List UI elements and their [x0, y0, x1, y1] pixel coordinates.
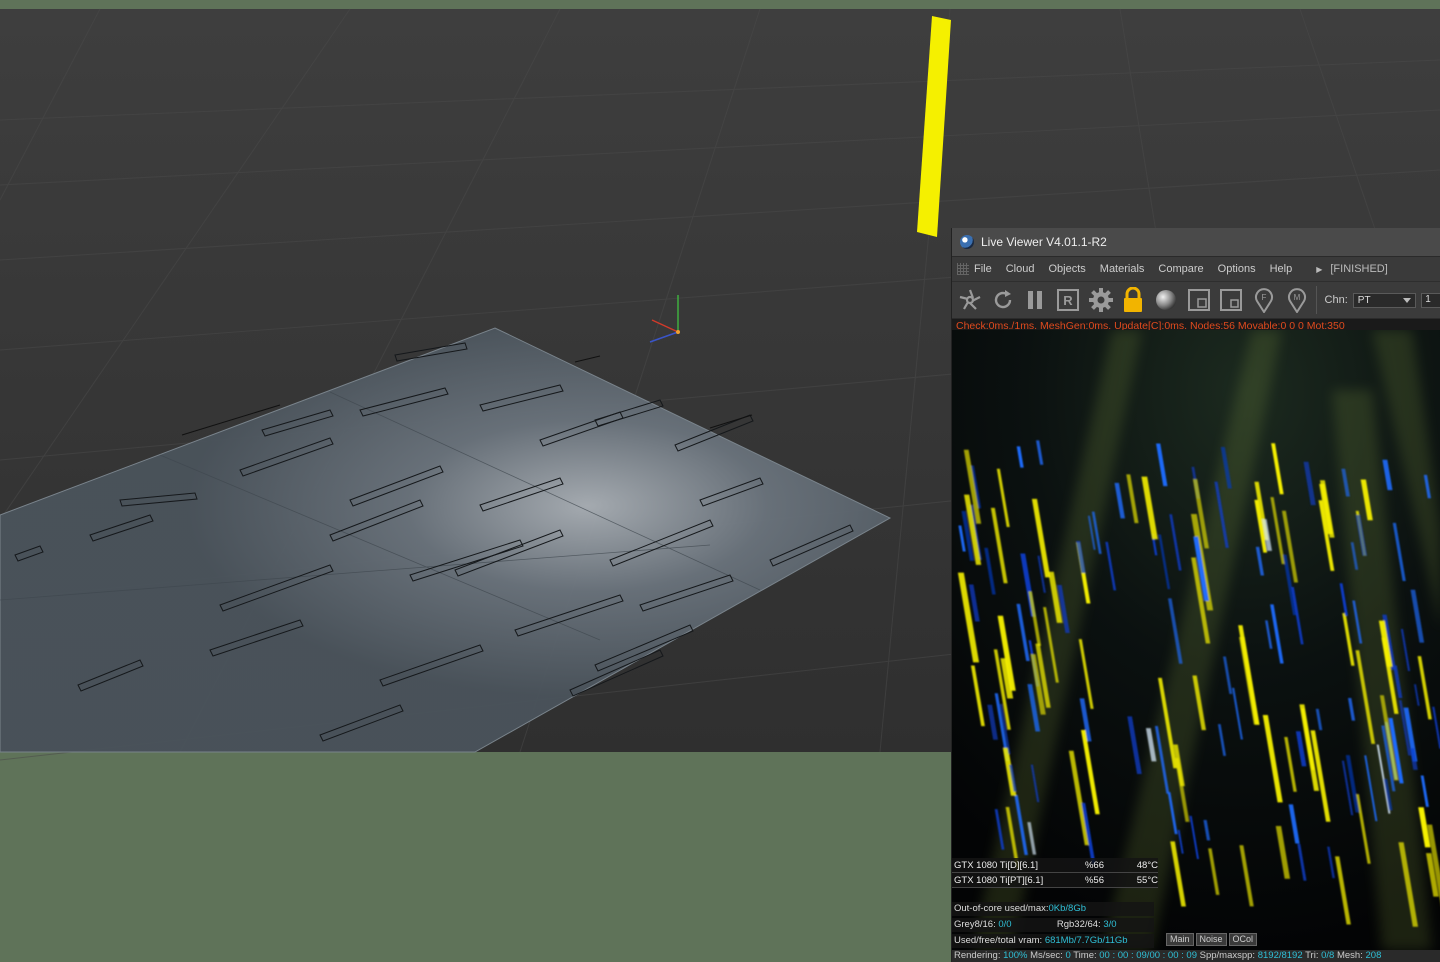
time-value: 00 : 00 : 09/00 : 00 : 09 — [1099, 950, 1197, 961]
gpu-status-table: GTX 1080 Ti[D][6.1] %66 48°C GTX 1080 Ti… — [952, 858, 1158, 888]
grey-value: 0/0 — [998, 919, 1012, 930]
channel-select-value: PT — [1357, 294, 1371, 306]
menu-cloud[interactable]: Cloud — [1006, 263, 1035, 275]
menu-materials[interactable]: Materials — [1100, 263, 1145, 275]
pause-icon — [1028, 291, 1043, 309]
rgb-label: Rgb32/64: — [1056, 919, 1101, 930]
texture-count-line: Grey8/16: 0/0 Rgb32/64: 3/0 — [952, 918, 1154, 932]
render-state-label: [FINISHED] — [1330, 263, 1388, 275]
settings-button[interactable] — [1087, 286, 1115, 314]
ms-value: 0 — [1065, 950, 1071, 961]
vram-label: Used/free/total vram: — [954, 935, 1043, 946]
tri-label: Tri: — [1305, 950, 1319, 961]
material-pick-icon: M — [1287, 288, 1306, 313]
out-of-core-value: 0Kb/8Gb — [1048, 903, 1087, 914]
mesh-label: Mesh: — [1336, 950, 1363, 961]
channel-select[interactable]: PT — [1352, 292, 1417, 308]
region-render-button[interactable]: R — [1054, 286, 1082, 314]
region-render-icon: R — [1056, 289, 1079, 311]
toolbar-divider — [1315, 286, 1317, 314]
rendering-label: Rendering: — [954, 950, 1001, 961]
vram-line: Used/free/total vram: 681Mb/7.7Gb/11Gb — [952, 934, 1154, 948]
tri-value: 0/8 — [1321, 950, 1335, 961]
clay-mode-button[interactable] — [1185, 286, 1213, 314]
live-viewer-window[interactable]: Live Viewer V4.01.1-R2 File Cloud Object… — [951, 228, 1440, 962]
live-viewer-toolbar: R F M Chn: PT 1 — [952, 282, 1440, 319]
live-viewer-titlebar[interactable]: Live Viewer V4.01.1-R2 — [952, 228, 1440, 257]
focus-pick-button[interactable]: F — [1250, 286, 1278, 314]
material-pick-letter: M — [1293, 293, 1300, 302]
grey-label: Grey8/16: — [954, 919, 996, 930]
render-view[interactable]: GTX 1080 Ti[D][6.1] %66 48°C GTX 1080 Ti… — [952, 330, 1440, 950]
tab-main[interactable]: Main — [1166, 933, 1194, 946]
gpu-temp: 48°C — [1136, 859, 1158, 871]
menu-help[interactable]: Help — [1270, 263, 1293, 275]
gpu-temp: 55°C — [1136, 874, 1158, 886]
vram-value: 681Mb/7.7Gb/11Gb — [1044, 935, 1128, 946]
live-viewer-menubar: File Cloud Objects Materials Compare Opt… — [952, 257, 1440, 282]
gpu-row: GTX 1080 Ti[PT][6.1] %56 55°C — [952, 873, 1158, 888]
gpu-name: GTX 1080 Ti[PT][6.1] — [954, 874, 1044, 886]
menu-grip-icon[interactable] — [957, 263, 969, 275]
out-of-core-label: Out-of-core used/max: — [954, 903, 1049, 914]
rendering-value: 100% — [1003, 950, 1028, 961]
send-scene-button[interactable] — [956, 286, 984, 314]
spp-label: Spp/maxspp: — [1199, 950, 1256, 961]
outside-area-top — [0, 0, 1440, 9]
chevron-down-icon — [1403, 297, 1412, 303]
restart-icon — [994, 290, 1011, 309]
tab-noise[interactable]: Noise — [1195, 933, 1227, 946]
channel-index-field[interactable]: 1 — [1421, 292, 1440, 308]
lock-icon — [1124, 287, 1143, 312]
view-tabs: Main Noise OCol — [1166, 933, 1259, 946]
time-label: Time: — [1073, 950, 1097, 961]
outside-area-bottom — [0, 752, 951, 962]
mesh-value: 208 — [1365, 950, 1382, 961]
render-image — [952, 330, 1440, 950]
menu-compare[interactable]: Compare — [1158, 263, 1203, 275]
spp-value: 8192/8192 — [1257, 950, 1303, 961]
live-viewer-title: Live Viewer V4.01.1-R2 — [981, 235, 1107, 249]
gpu-load: %56 — [1084, 874, 1104, 886]
restart-render-button[interactable] — [989, 286, 1017, 314]
clay-mode-icon — [1187, 289, 1210, 311]
octane-app-icon — [960, 235, 974, 249]
ms-label: Ms/sec: — [1030, 950, 1063, 961]
region-render-letter: R — [1063, 293, 1073, 308]
send-scene-icon — [959, 289, 981, 310]
gpu-name: GTX 1080 Ti[D][6.1] — [954, 859, 1038, 871]
focus-pick-icon: F — [1255, 288, 1274, 313]
focus-pick-letter: F — [1262, 293, 1267, 302]
tab-ocol[interactable]: OCol — [1228, 933, 1258, 946]
menu-expand-arrow-icon[interactable]: ▶ — [1316, 265, 1322, 274]
pause-render-button[interactable] — [1021, 286, 1049, 314]
rgb-value: 3/0 — [1103, 919, 1117, 930]
menu-file[interactable]: File — [974, 263, 992, 275]
settings-gear-icon — [1088, 288, 1113, 312]
gpu-row: GTX 1080 Ti[D][6.1] %66 48°C — [952, 858, 1158, 873]
subsample-button[interactable] — [1218, 286, 1246, 314]
render-status-bar: Rendering: 100% Ms/sec: 0 Time: 00 : 00 … — [952, 950, 1440, 962]
menu-objects[interactable]: Objects — [1048, 263, 1085, 275]
lock-button[interactable] — [1119, 286, 1147, 314]
material-preview-button[interactable] — [1152, 286, 1180, 314]
out-of-core-line: Out-of-core used/max:0Kb/8Gb — [952, 902, 1154, 916]
menu-options[interactable]: Options — [1218, 263, 1256, 275]
subsample-icon — [1220, 289, 1243, 311]
material-pick-button[interactable]: M — [1283, 286, 1311, 314]
channel-label: Chn: — [1324, 294, 1348, 306]
gpu-load: %66 — [1084, 859, 1104, 871]
material-sphere-icon — [1155, 290, 1176, 310]
